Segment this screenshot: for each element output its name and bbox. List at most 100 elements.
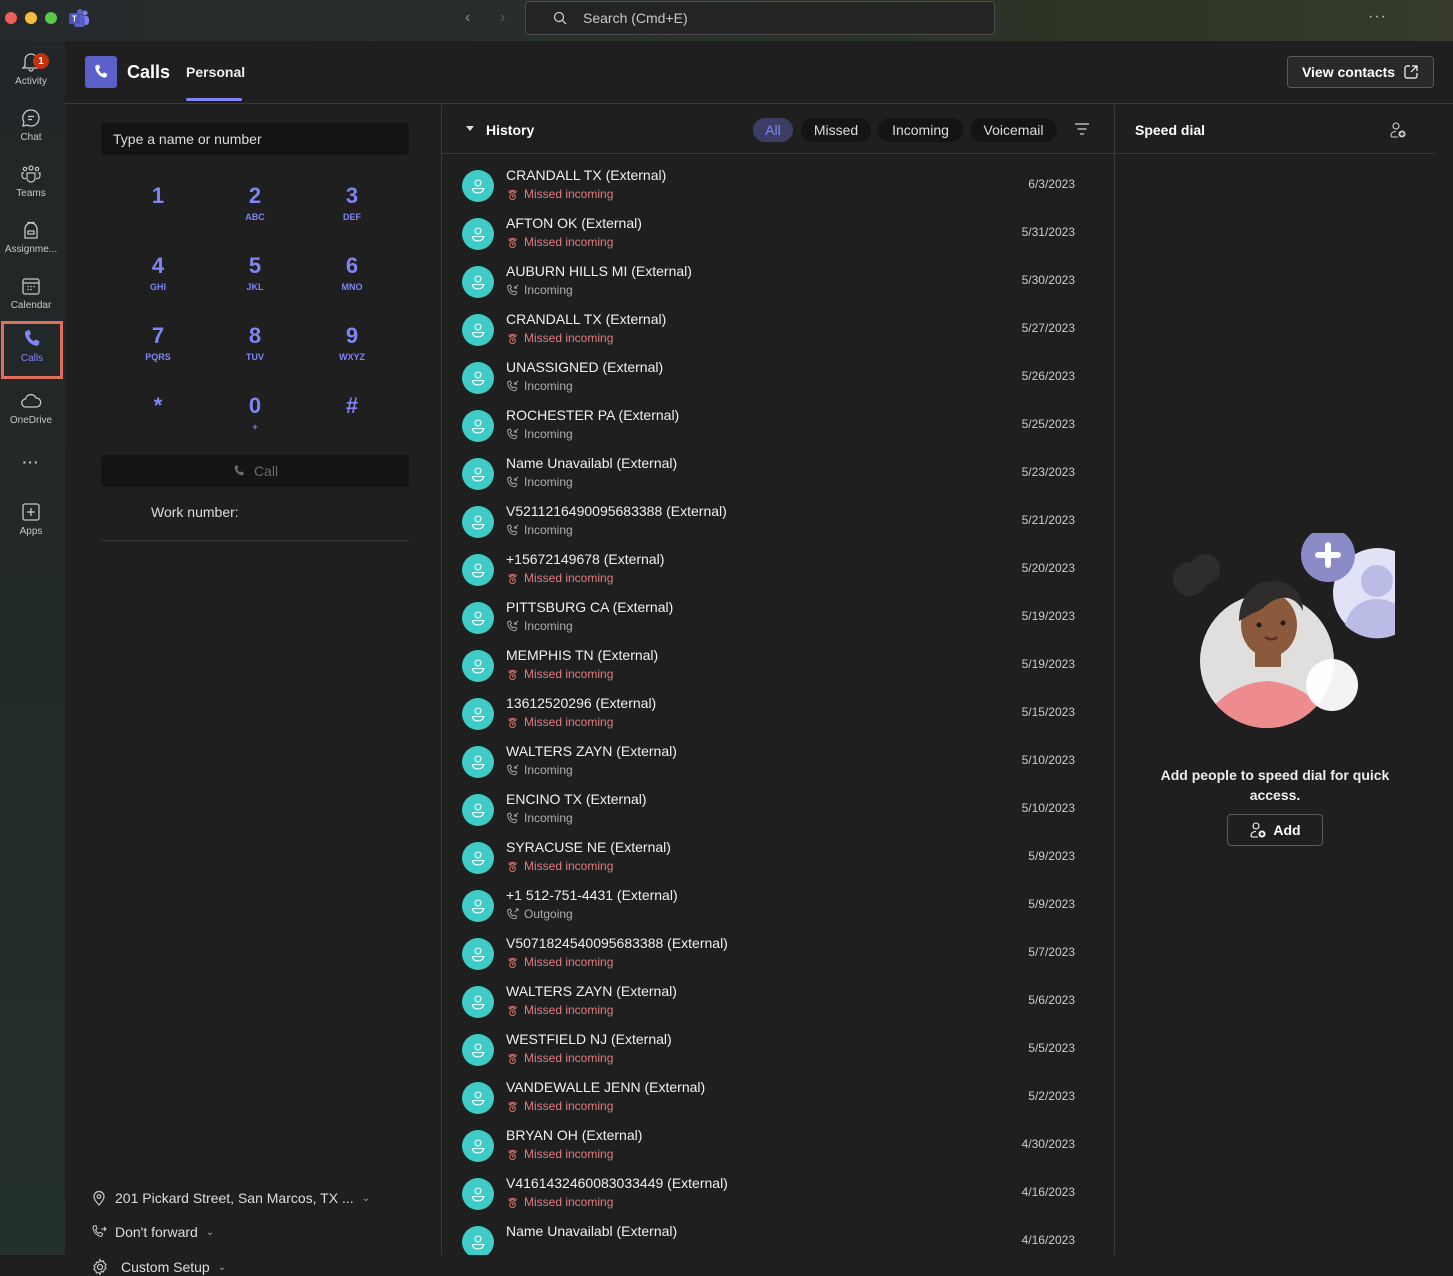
dial-key-1[interactable]: 1 <box>108 183 208 212</box>
filter-voicemail[interactable]: Voicemail <box>970 118 1057 142</box>
filter-icon[interactable] <box>1075 123 1089 135</box>
caller-name: ENCINO TX (External) <box>506 791 647 807</box>
call-history-row[interactable]: WESTFIELD NJ (External) Missed incoming 5/… <box>442 1025 1114 1073</box>
call-history-row[interactable]: V5071824540095683388 (External) Missed in… <box>442 929 1114 977</box>
person-icon <box>471 611 485 626</box>
dial-key-0[interactable]: 0 + <box>205 393 305 432</box>
back-arrow-icon[interactable]: ‹ <box>465 9 470 27</box>
tab-personal[interactable]: Personal <box>186 64 245 80</box>
call-history-row[interactable]: SYRACUSE NE (External) Missed incoming 5/9… <box>442 833 1114 881</box>
call-status: Missed incoming <box>506 331 613 345</box>
call-status-text: Missed incoming <box>524 667 614 681</box>
avatar <box>462 554 494 586</box>
dial-number-input[interactable]: Type a name or number <box>101 123 409 155</box>
avatar <box>462 890 494 922</box>
more-options-icon[interactable]: ··· <box>1368 8 1387 26</box>
filter-incoming[interactable]: Incoming <box>878 118 963 142</box>
rail-item-more[interactable]: ··· <box>0 451 62 503</box>
custom-setup-selector[interactable]: Custom Setup ⌄ <box>91 1258 226 1276</box>
caller-name: WALTERS ZAYN (External) <box>506 983 677 999</box>
location-selector[interactable]: 201 Pickard Street, San Marcos, TX ... ⌄ <box>91 1190 370 1206</box>
filter-all[interactable]: All <box>753 118 793 142</box>
gear-icon <box>93 1258 107 1276</box>
incoming-call-icon <box>506 428 519 441</box>
call-history-row[interactable]: +15672149678 (External) Missed incoming 5/… <box>442 545 1114 593</box>
rail-item-apps[interactable]: Apps <box>0 497 62 549</box>
zoom-window-button[interactable] <box>45 12 57 24</box>
rail-item-chat[interactable]: Chat <box>0 103 62 155</box>
call-history-row[interactable]: WALTERS ZAYN (External) Missed incoming 5/… <box>442 977 1114 1025</box>
call-history-row[interactable]: WALTERS ZAYN (External) Incoming 5/10/2023 <box>442 737 1114 785</box>
forward-arrow-icon[interactable]: › <box>500 9 505 27</box>
call-history-row[interactable]: AFTON OK (External) Missed incoming 5/31/2… <box>442 209 1114 257</box>
dial-key-4[interactable]: 4 GHI <box>108 253 208 292</box>
call-history-row[interactable]: VANDEWALLE JENN (External) Missed incomin… <box>442 1073 1114 1121</box>
dial-key-5[interactable]: 5 JKL <box>205 253 305 292</box>
call-status: Incoming <box>506 283 573 297</box>
rail-item-activity[interactable]: 1 Activity <box>0 47 62 99</box>
call-status-text: Missed incoming <box>524 1003 614 1017</box>
dial-key-hash[interactable]: # <box>302 393 402 422</box>
missed-call-icon <box>506 1196 519 1209</box>
call-history-row[interactable]: 13612520296 (External) Missed incoming 5/1… <box>442 689 1114 737</box>
rail-item-assignments[interactable]: Assignme... <box>0 215 62 267</box>
call-history-row[interactable]: ENCINO TX (External) Incoming 5/10/2023 <box>442 785 1114 833</box>
page-title: Calls <box>127 62 171 82</box>
person-icon <box>471 419 485 434</box>
call-history-row[interactable]: Name Unavailabl (External) Incoming 5/23/2… <box>442 449 1114 497</box>
call-history-row[interactable]: CRANDALL TX (External) Missed incoming 6/3… <box>442 161 1114 209</box>
call-history-row[interactable]: ROCHESTER PA (External) Incoming 5/25/2023 <box>442 401 1114 449</box>
call-status-text: Incoming <box>524 763 573 777</box>
call-history-row[interactable]: MEMPHIS TN (External) Missed incoming 5/19… <box>442 641 1114 689</box>
close-window-button[interactable] <box>5 12 17 24</box>
call-status: Missed incoming <box>506 1099 613 1113</box>
call-status: Missed incoming <box>506 1195 613 1209</box>
person-icon <box>471 1091 485 1106</box>
view-contacts-button[interactable]: View contacts <box>1287 56 1434 88</box>
call-history-row[interactable]: V4161432460083033449 (External) Missed in… <box>442 1169 1114 1217</box>
dial-key-3[interactable]: 3 DEF <box>302 183 402 222</box>
rail-item-calls[interactable]: Calls <box>1 321 63 379</box>
person-icon <box>471 227 485 242</box>
call-history-row[interactable]: CRANDALL TX (External) Missed incoming 5/2… <box>442 305 1114 353</box>
dial-key-digit: 3 <box>345 183 359 208</box>
call-status: Missed incoming <box>506 187 613 201</box>
avatar <box>462 266 494 298</box>
work-number-label: Work number: <box>151 504 239 520</box>
chat-icon <box>22 109 40 127</box>
minimize-window-button[interactable] <box>25 12 37 24</box>
person-icon <box>471 1235 485 1250</box>
call-history-row[interactable]: AUBURN HILLS MI (External) Incoming 5/30/2… <box>442 257 1114 305</box>
rail-label: OneDrive <box>9 415 53 426</box>
add-person-icon[interactable] <box>1389 121 1407 139</box>
dial-key-star[interactable]: * <box>108 393 208 422</box>
call-history-row[interactable]: V5211216490095683388 (External) Incoming 5… <box>442 497 1114 545</box>
search-box[interactable]: Search (Cmd+E) <box>525 1 995 35</box>
location-pin-icon <box>93 1190 105 1206</box>
dial-key-2[interactable]: 2 ABC <box>205 183 305 222</box>
dial-key-9[interactable]: 9 WXYZ <box>302 323 402 362</box>
call-date: 5/30/2023 <box>1021 273 1075 287</box>
filter-missed[interactable]: Missed <box>801 118 871 142</box>
dial-key-6[interactable]: 6 MNO <box>302 253 402 292</box>
rail-item-calendar[interactable]: Calendar <box>0 271 62 323</box>
call-history-row[interactable]: PITTSBURG CA (External) Incoming 5/19/2023 <box>442 593 1114 641</box>
dial-key-7[interactable]: 7 PQRS <box>108 323 208 362</box>
rail-label: Activity <box>15 76 47 87</box>
call-history-row[interactable]: Name Unavailabl (External) 4/16/2023 <box>442 1217 1114 1255</box>
call-history-row[interactable]: +1 512-751-4431 (External) Outgoing 5/9/20… <box>442 881 1114 929</box>
rail-item-onedrive[interactable]: OneDrive <box>0 386 62 438</box>
call-history-row[interactable]: UNASSIGNED (External) Incoming 5/26/2023 <box>442 353 1114 401</box>
call-button[interactable]: Call <box>101 455 409 487</box>
person-icon <box>471 467 485 482</box>
person-icon <box>471 179 485 194</box>
call-status-text: Missed incoming <box>524 1147 614 1161</box>
collapse-caret-icon[interactable] <box>466 126 474 131</box>
add-speed-dial-button[interactable]: Add <box>1227 814 1323 846</box>
call-status: Incoming <box>506 811 573 825</box>
call-status-text: Missed incoming <box>524 1195 614 1209</box>
call-forward-selector[interactable]: Don't forward ⌄ <box>91 1224 214 1240</box>
rail-item-teams[interactable]: Teams <box>0 159 62 211</box>
call-history-row[interactable]: BRYAN OH (External) Missed incoming 4/30/2… <box>442 1121 1114 1169</box>
dial-key-8[interactable]: 8 TUV <box>205 323 305 362</box>
